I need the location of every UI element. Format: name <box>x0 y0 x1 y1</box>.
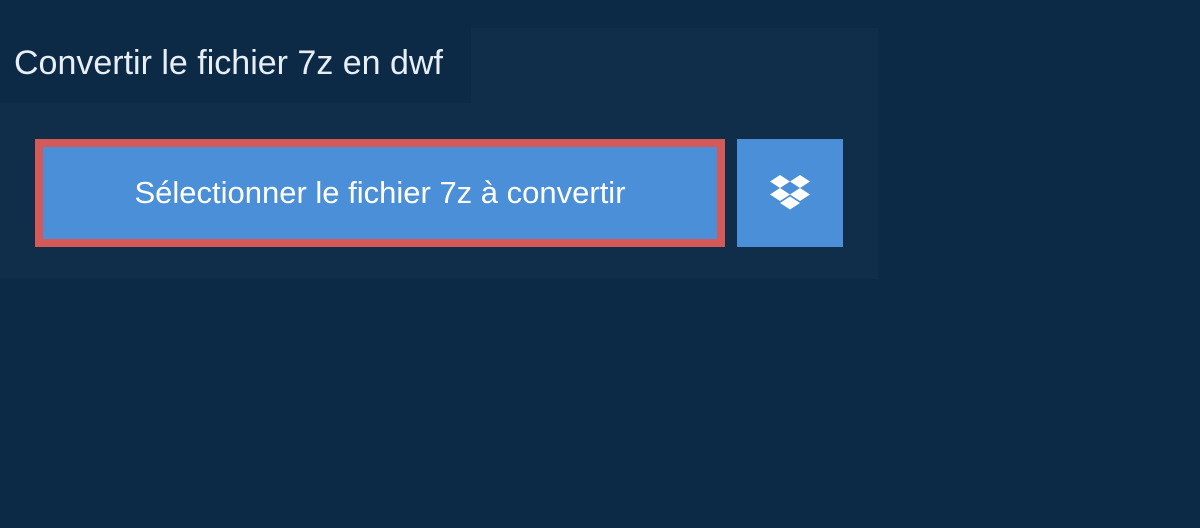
dropbox-icon <box>770 175 810 211</box>
dropbox-button[interactable] <box>737 139 843 247</box>
select-file-button[interactable]: Sélectionner le fichier 7z à convertir <box>35 139 725 247</box>
converter-panel: Convertir le fichier 7z en dwf Sélection… <box>0 28 878 279</box>
select-file-label: Sélectionner le fichier 7z à convertir <box>134 175 625 211</box>
page-title: Convertir le fichier 7z en dwf <box>0 28 471 103</box>
button-row: Sélectionner le fichier 7z à convertir <box>0 139 878 247</box>
